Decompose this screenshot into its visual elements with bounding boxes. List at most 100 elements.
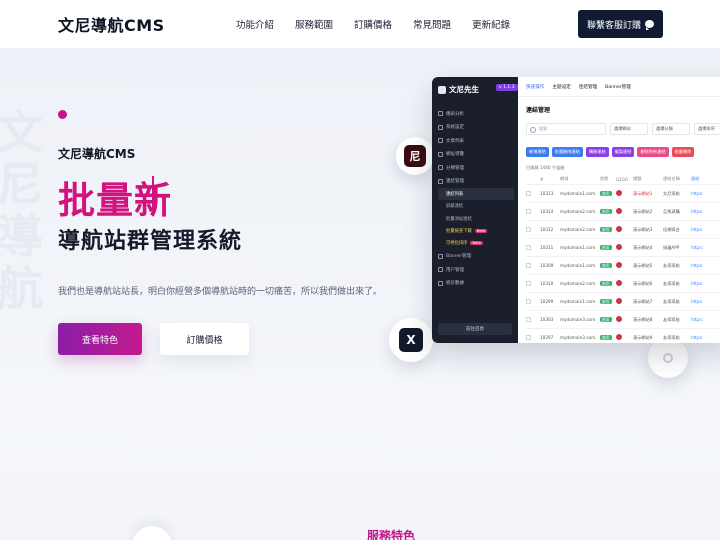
row-checkbox[interactable] — [526, 334, 531, 340]
row-checkbox[interactable] — [526, 208, 531, 214]
row-checkbox[interactable] — [526, 244, 531, 250]
row-checkbox[interactable] — [526, 280, 531, 286]
action-button[interactable]: 複製連結 — [611, 147, 635, 157]
row-domain: mydomain1.com — [560, 191, 596, 196]
sidebar-sub-visual-sort[interactable]: 可視化排序 Beta — [438, 237, 514, 249]
action-button[interactable]: 批量刪除 — [671, 147, 695, 157]
row-link[interactable]: https: — [691, 299, 711, 304]
row-id: 10310 — [540, 281, 554, 286]
search-input[interactable]: 搜索 — [526, 123, 606, 135]
links-table: # 網域 狀態 LOGO 標題 連結名稱 連結 10313 mydomain1.c… — [526, 174, 720, 343]
table-row[interactable]: 10299 mydomain1.com 啟用 演示網站7 友導導航 https: — [526, 293, 720, 311]
view-features-button[interactable]: 查看特色 — [58, 323, 142, 355]
pricing-button[interactable]: 訂購價格 — [160, 323, 249, 355]
sort-select[interactable]: 選擇排序 — [694, 123, 720, 135]
top-navbar: 文尼導航CMS 功能介紹 服務範圍 訂購價格 常見問題 更新紀錄 聯繫客服訂購 — [0, 0, 720, 48]
row-link-name: 文尼導航 — [663, 190, 680, 196]
site-logo[interactable]: 文尼導航CMS — [58, 12, 165, 36]
menu-item-changelog[interactable]: 更新紀錄 — [472, 17, 510, 31]
sidebar-item-urls[interactable]: 網址導覽 — [438, 148, 514, 162]
row-checkbox[interactable] — [526, 262, 531, 268]
row-link[interactable]: https: — [691, 263, 711, 268]
tab-banner[interactable]: Banner管理 — [605, 84, 631, 90]
table-row[interactable]: 10314 mydomain2.com 啟用 演示網站2 亞馬遜購 https: — [526, 203, 720, 221]
row-domain: mydomain2.com — [560, 227, 596, 232]
action-button[interactable]: 刪除所有連結 — [637, 147, 669, 157]
decorative-circle — [132, 526, 172, 540]
row-title: 演示網站4 — [633, 244, 653, 250]
row-link[interactable]: https: — [691, 335, 711, 340]
sidebar-sub-blocked-links[interactable]: 屏蔽連結 — [438, 200, 514, 212]
tab-links[interactable]: 连结管理 — [579, 84, 597, 90]
column-header: LOGO — [616, 176, 629, 182]
gear-icon — [438, 124, 443, 130]
row-link[interactable]: https: — [691, 191, 711, 196]
sidebar-item-settings[interactable]: 系統設定 — [438, 121, 514, 135]
menu-item-features[interactable]: 功能介紹 — [236, 17, 274, 31]
table-row[interactable]: 10309 mydomain1.com 啟用 演示網站5 友導導航 https: — [526, 257, 720, 275]
menu-item-services[interactable]: 服務範圍 — [295, 17, 333, 31]
row-link[interactable]: https: — [691, 227, 711, 232]
row-link[interactable]: https: — [691, 209, 711, 214]
features-section: 服務特色 — [0, 473, 720, 540]
sidebar-item-articles[interactable]: 文章列表 — [438, 134, 514, 148]
status-badge: 啟用 — [600, 298, 612, 304]
row-link[interactable]: https: — [691, 245, 711, 250]
typing-caret — [152, 176, 154, 216]
action-button[interactable]: 轉移連結 — [585, 147, 609, 157]
table-header: # 網域 狀態 LOGO 標題 連結名稱 連結 — [526, 174, 720, 185]
row-title: 演示網站7 — [633, 298, 653, 304]
category-select[interactable]: 選擇分類 — [652, 123, 690, 135]
row-link[interactable]: https: — [691, 281, 711, 286]
sidebar-sub-link-list[interactable]: 連結列表 — [438, 188, 514, 201]
menu-item-pricing[interactable]: 訂購價格 — [354, 17, 392, 31]
table-row[interactable]: 10297 mydomain3.com 啟用 演示網站9 友導導航 https: — [526, 329, 720, 343]
action-buttons: 新增連結 批量刪除連結 轉移連結 複製連結 刪除所有連結 批量刪除 — [526, 147, 695, 157]
row-domain: mydomain1.com — [560, 299, 596, 304]
vertical-decoration: 文尼導航 — [0, 108, 44, 316]
sidebar-item-analytics[interactable]: 儀表分析 — [438, 107, 514, 121]
row-checkbox[interactable] — [526, 298, 531, 304]
row-checkbox[interactable] — [526, 316, 531, 322]
version-badge: v 1.1.3 — [496, 84, 518, 91]
status-badge: 啟用 — [600, 316, 612, 322]
table-row[interactable]: 10310 mydomain2.com 啟用 演示網站6 友導導航 https: — [526, 275, 720, 293]
column-header: 標題 — [633, 176, 642, 181]
action-button[interactable]: 批量刪除連結 — [551, 147, 583, 157]
row-link[interactable]: https: — [691, 317, 711, 322]
sidebar-sub-batch-add[interactable]: 批量添加連結 — [438, 213, 514, 225]
sidebar-item-banner[interactable]: Banner管理 — [438, 249, 514, 263]
table-row[interactable]: 10312 mydomain2.com 啟用 演示網站3 佳網導台 https: — [526, 221, 720, 239]
row-checkbox[interactable] — [526, 226, 531, 232]
row-title: 演示網站5 — [633, 262, 653, 268]
tab-theme[interactable]: 主题设定 — [552, 84, 570, 90]
table-row[interactable]: 10303 mydomain3.com 啟用 演示網站8 友導導航 https: — [526, 311, 720, 329]
dashboard-preview: 文尼先生 v 1.1.3 儀表分析 系統設定 文章列表 網址導覽 分類管理 連結… — [432, 77, 720, 343]
sidebar-item-stats[interactable]: 統計數據 — [438, 276, 514, 290]
row-title: 演示網站8 — [633, 316, 653, 322]
row-id: 10303 — [540, 317, 554, 322]
sidebar-item-users[interactable]: 用户管理 — [438, 263, 514, 277]
sidebar-sub-batch-check[interactable]: 批量檢查下載 Beta — [438, 225, 514, 237]
logo-mark-icon — [438, 85, 446, 94]
row-link-name: 綠蟲APP — [663, 244, 680, 250]
menu-item-faq[interactable]: 常見問題 — [413, 17, 451, 31]
site-logo-icon — [616, 334, 622, 340]
beta-badge: Beta — [474, 229, 488, 234]
sidebar-item-links[interactable]: 連結管理 — [438, 175, 514, 189]
row-domain: mydomain2.com — [560, 281, 596, 286]
image-icon — [438, 253, 443, 259]
contact-support-button[interactable]: 聯繫客服訂購 — [578, 10, 663, 38]
tab-quick-actions[interactable]: 快速操作 — [526, 84, 544, 90]
row-id: 10312 — [540, 227, 554, 232]
action-button[interactable]: 新增連結 — [526, 147, 549, 157]
site-select[interactable]: 選擇網站 — [610, 123, 648, 135]
dashboard-sidebar: 文尼先生 v 1.1.3 儀表分析 系統設定 文章列表 網址導覽 分類管理 連結… — [432, 77, 518, 343]
table-row[interactable]: 10311 mydomain1.com 啟用 演示網站4 綠蟲APP https: — [526, 239, 720, 257]
column-header: 連結 — [691, 176, 700, 181]
row-checkbox[interactable] — [526, 190, 531, 196]
sidebar-item-categories[interactable]: 分類管理 — [438, 161, 514, 175]
status-badge: 啟用 — [600, 280, 612, 286]
table-row[interactable]: 10313 mydomain1.com 啟用 演示網站1 文尼導航 https: — [526, 185, 720, 203]
go-home-button[interactable]: 前往首頁 — [438, 323, 512, 335]
